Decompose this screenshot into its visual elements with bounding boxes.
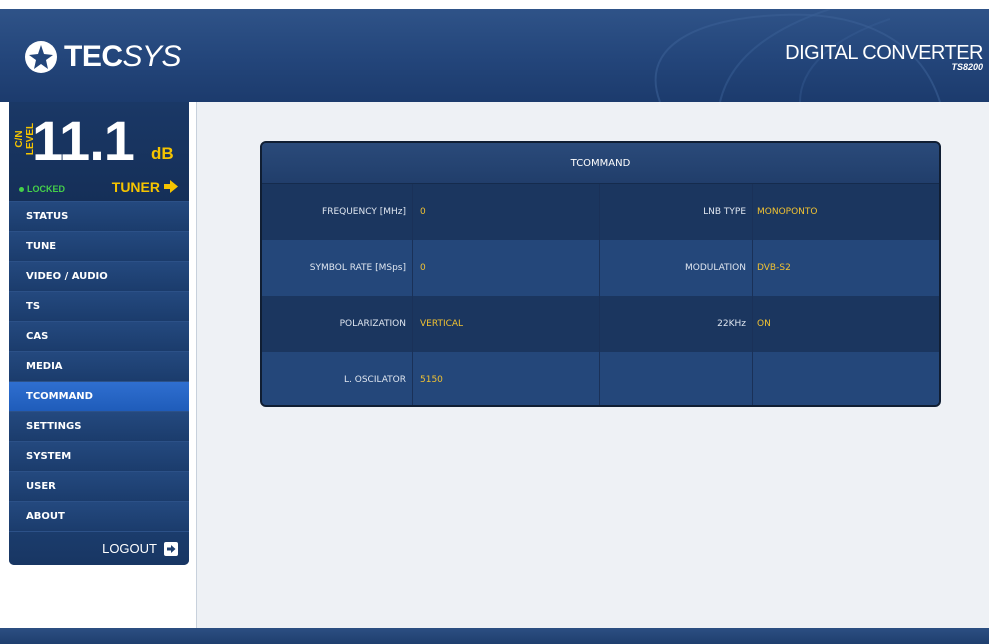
menu-item-tune[interactable]: TUNE: [9, 231, 189, 261]
menu-item-media[interactable]: MEDIA: [9, 351, 189, 381]
locked-status: LOCKED: [19, 184, 65, 194]
22khz-value: ON: [757, 319, 771, 329]
main-content: TCOMMAND FREQUENCY [MHz] 0 LNB TYPE MONO…: [196, 102, 989, 628]
22khz-label: 22KHz: [717, 319, 746, 329]
logout-icon: [164, 541, 178, 556]
lnb-type-label: LNB TYPE: [703, 207, 746, 217]
cn-level-unit: dB: [151, 144, 174, 163]
logo-text-light: SYS: [122, 40, 182, 73]
product-name: DIGITAL CONVERTER TS8200: [785, 42, 983, 72]
footer-bar: [0, 628, 989, 644]
symbol-rate-value: 0: [420, 263, 426, 273]
sidebar: C/N LEVEL 11.1 dB LOCKED TUNER STATUS TU…: [9, 102, 189, 565]
tuner-arrow-icon: [164, 180, 178, 193]
polarization-label: POLARIZATION: [339, 319, 406, 329]
tecsys-logo: TECSYS: [22, 39, 182, 75]
panel-title: TCOMMAND: [262, 143, 939, 184]
main-menu: STATUS TUNE VIDEO / AUDIO TS CAS MEDIA T…: [9, 201, 189, 531]
tuner-link[interactable]: TUNER: [112, 178, 180, 195]
lnb-type-value: MONOPONTO: [757, 207, 818, 217]
menu-item-about[interactable]: ABOUT: [9, 501, 189, 531]
tecsys-logo-icon: [25, 41, 57, 73]
logo-text: TECSYS: [64, 40, 182, 74]
panel-row: SYMBOL RATE [MSps] 0 MODULATION DVB-S2: [262, 240, 939, 296]
l-oscilator-label: L. OSCILATOR: [344, 375, 406, 385]
frequency-value: 0: [420, 207, 426, 217]
logo-text-bold: TEC: [64, 40, 123, 73]
logout-row: LOGOUT: [9, 531, 189, 565]
panel-row: FREQUENCY [MHz] 0 LNB TYPE MONOPONTO: [262, 184, 939, 240]
cn-level-panel: C/N LEVEL 11.1 dB LOCKED TUNER: [9, 102, 189, 201]
menu-item-video-audio[interactable]: VIDEO / AUDIO: [9, 261, 189, 291]
logout-label: LOGOUT: [102, 541, 157, 556]
tuner-label: TUNER: [111, 178, 160, 195]
menu-item-tcommand[interactable]: TCOMMAND: [9, 381, 189, 411]
header: TECSYS DIGITAL CONVERTER TS8200: [0, 9, 989, 102]
logout-button[interactable]: LOGOUT: [102, 541, 179, 557]
modulation-value: DVB-S2: [757, 263, 791, 273]
polarization-value: VERTICAL: [420, 319, 464, 329]
menu-item-cas[interactable]: CAS: [9, 321, 189, 351]
cn-level-value: 11.1: [32, 109, 135, 172]
l-oscilator-value: 5150: [420, 375, 443, 385]
locked-dot-icon: [19, 186, 24, 192]
menu-item-user[interactable]: USER: [9, 471, 189, 501]
menu-item-ts[interactable]: TS: [9, 291, 189, 321]
frequency-label: FREQUENCY [MHz]: [322, 207, 406, 217]
symbol-rate-label: SYMBOL RATE [MSps]: [309, 263, 406, 273]
tcommand-panel: TCOMMAND FREQUENCY [MHz] 0 LNB TYPE MONO…: [260, 141, 941, 407]
menu-item-status[interactable]: STATUS: [9, 201, 189, 231]
menu-item-settings[interactable]: SETTINGS: [9, 411, 189, 441]
menu-item-system[interactable]: SYSTEM: [9, 441, 189, 471]
modulation-label: MODULATION: [684, 263, 746, 273]
panel-row: L. OSCILATOR 5150: [262, 352, 939, 405]
panel-row: POLARIZATION VERTICAL 22KHz ON: [262, 296, 939, 352]
locked-status-label: LOCKED: [27, 184, 65, 194]
